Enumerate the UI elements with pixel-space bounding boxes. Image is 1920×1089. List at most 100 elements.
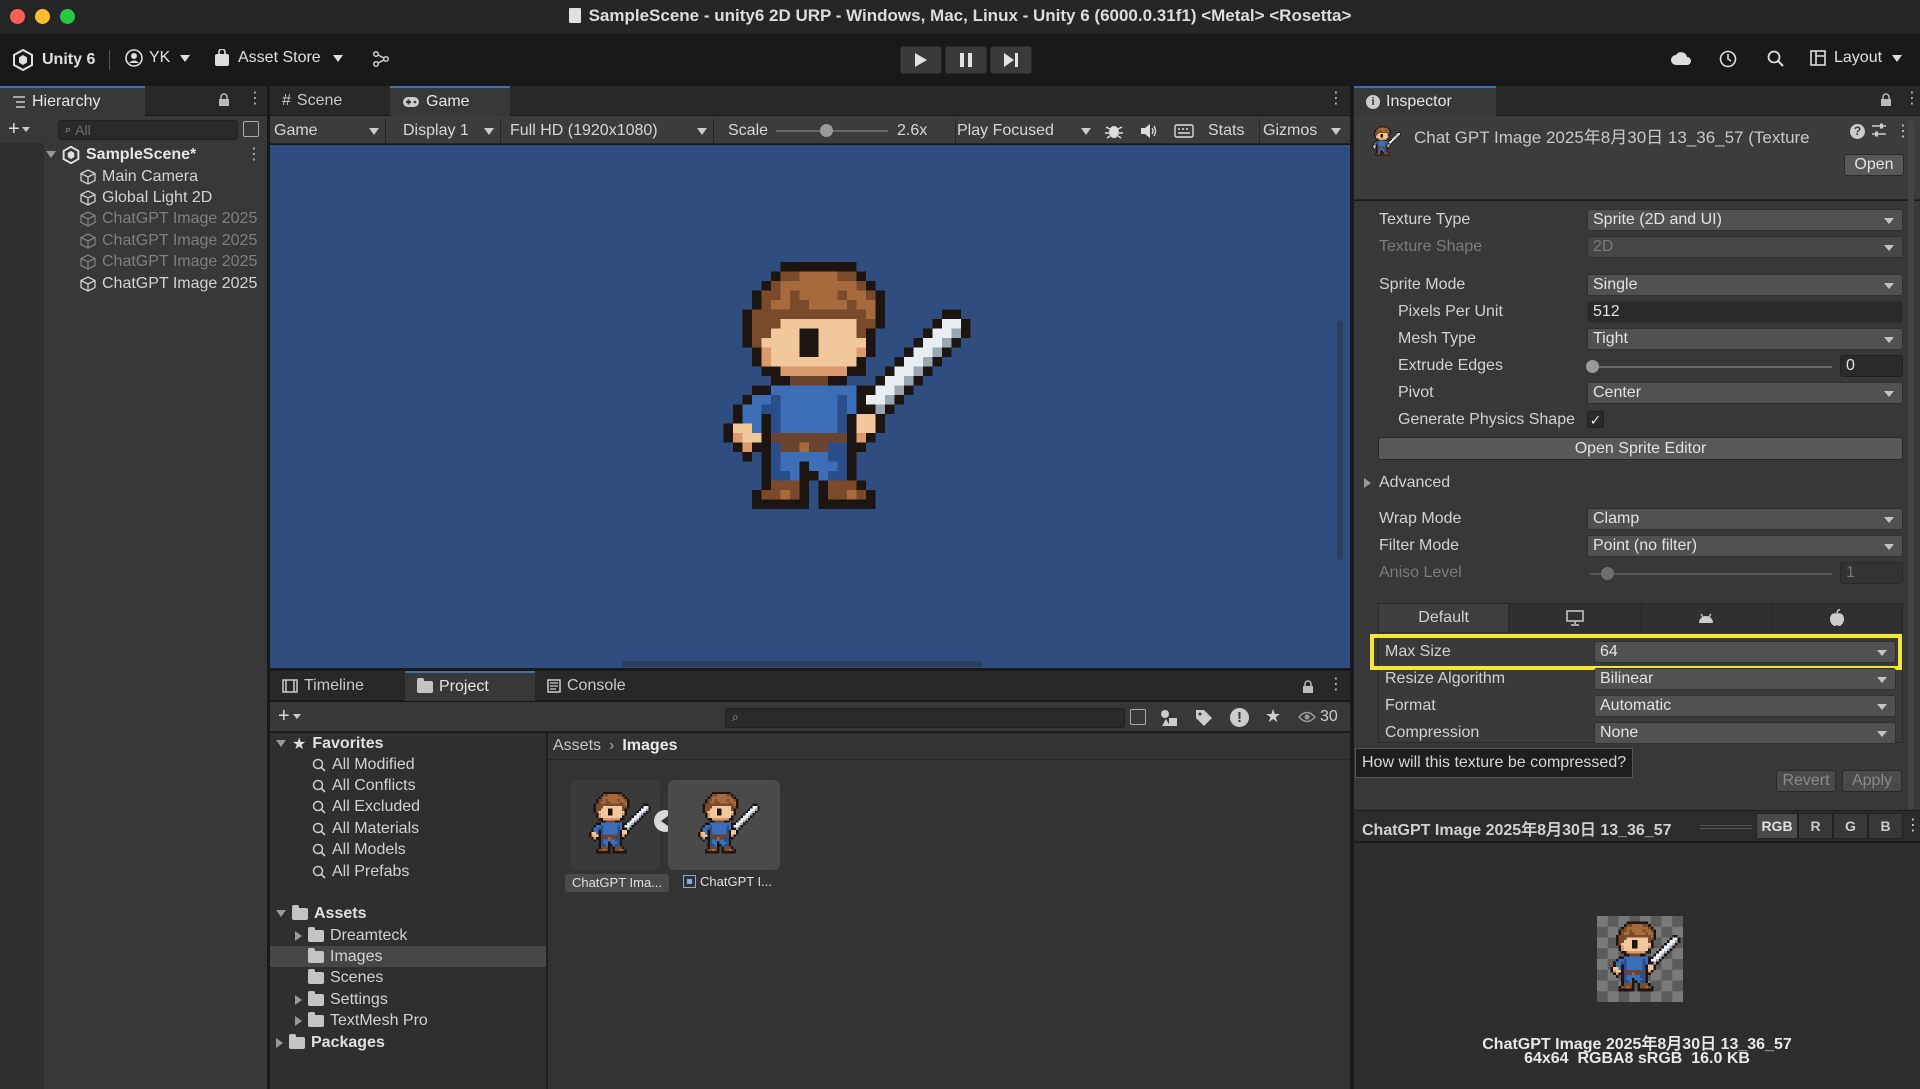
pause-button[interactable]	[945, 46, 987, 74]
channel-g-button[interactable]: G	[1833, 813, 1868, 839]
unity-menu-button[interactable]: Unity 6	[12, 49, 95, 71]
cloud-button[interactable]	[1670, 50, 1692, 66]
help-icon[interactable]: ?	[1850, 124, 1865, 139]
mute-audio-button[interactable]	[1140, 119, 1158, 143]
game-view[interactable]	[270, 145, 1350, 668]
lock-icon[interactable]	[218, 93, 230, 107]
project-add-button[interactable]: +	[278, 706, 301, 726]
open-button[interactable]: Open	[1844, 154, 1904, 176]
game-view-vertical-scrollbar[interactable]	[1337, 320, 1343, 560]
tab-game[interactable]: Game	[390, 86, 510, 116]
extrude-edges-slider-track[interactable]	[1590, 366, 1832, 368]
open-sprite-editor-button[interactable]: Open Sprite Editor	[1378, 437, 1903, 460]
hierarchy-add-button[interactable]: +	[8, 119, 30, 139]
bottom-kebab-menu-icon[interactable]: ⋮	[1328, 677, 1344, 693]
channel-r-button[interactable]: R	[1798, 813, 1833, 839]
hierarchy-item[interactable]: ChatGPT Image 2025	[80, 230, 267, 251]
shortcuts-button[interactable]	[1174, 119, 1194, 143]
channel-b-button[interactable]: B	[1868, 813, 1903, 839]
platform-tab-android[interactable]	[1640, 603, 1772, 633]
frame-debugger-button[interactable]	[1104, 119, 1124, 143]
asset-label[interactable]: ChatGPT Ima...	[565, 874, 669, 892]
platform-tab-default[interactable]: Default	[1378, 603, 1510, 633]
game-kebab-menu-icon[interactable]: ⋮	[1328, 91, 1344, 107]
revert-button[interactable]: Revert	[1776, 770, 1836, 792]
asset-folder-item[interactable]: Scenes	[295, 968, 383, 989]
step-button[interactable]	[990, 46, 1032, 74]
hierarchy-item[interactable]: Global Light 2D	[80, 187, 267, 208]
channel-rgb-button[interactable]: RGB	[1756, 813, 1798, 839]
gizmos-button[interactable]: Gizmos	[1259, 119, 1341, 143]
tab-console[interactable]: Console	[535, 671, 655, 701]
wrap-mode-dropdown[interactable]: Clamp	[1587, 508, 1903, 530]
preview-kebab-menu-icon[interactable]: ⋮	[1903, 813, 1920, 839]
inspector-scrollbar[interactable]	[1908, 120, 1914, 810]
mesh-type-dropdown[interactable]: Tight	[1587, 328, 1903, 350]
extrude-edges-input[interactable]: 0	[1840, 355, 1903, 377]
max-size-dropdown[interactable]: 64	[1594, 641, 1896, 663]
packages-header[interactable]: Packages	[276, 1032, 385, 1053]
alert-icon[interactable]: !	[1230, 708, 1249, 727]
tab-inspector[interactable]: i Inspector	[1354, 86, 1496, 116]
preview-drag-handle[interactable]	[1700, 825, 1752, 829]
asset-tile-sprite[interactable]	[668, 780, 780, 870]
apply-button[interactable]: Apply	[1842, 770, 1902, 792]
play-focused-select[interactable]: Play Focused	[955, 119, 1095, 143]
game-view-scrollbar[interactable]	[622, 661, 982, 667]
filter-by-label-button[interactable]	[1195, 709, 1213, 727]
hierarchy-item[interactable]: ChatGPT Image 2025	[80, 273, 267, 294]
pixels-per-unit-input[interactable]: 512	[1587, 301, 1903, 323]
display-select[interactable]: Display 1	[403, 119, 501, 143]
favorites-header[interactable]: ★ Favorites	[276, 733, 383, 754]
sprite-label[interactable]: ChatGPT I...	[683, 874, 772, 889]
texture-type-dropdown[interactable]: Sprite (2D and UI)	[1587, 209, 1903, 231]
inspector-kebab-menu-icon[interactable]: ⋮	[1904, 91, 1920, 107]
format-dropdown[interactable]: Automatic	[1594, 695, 1896, 717]
asset-store-dropdown[interactable]: Asset Store	[214, 49, 343, 67]
hierarchy-search-input[interactable]: ⌕ All	[58, 120, 238, 140]
account-dropdown[interactable]: YK	[125, 49, 191, 67]
tab-hierarchy[interactable]: Hierarchy	[0, 86, 145, 116]
tab-scene[interactable]: # Scene	[270, 86, 390, 116]
game-view-select[interactable]: Game	[274, 119, 386, 143]
favorite-item[interactable]: All Models	[312, 840, 406, 861]
favorite-item[interactable]: All Modified	[312, 754, 415, 775]
undo-history-button[interactable]	[1718, 49, 1738, 69]
favorite-item[interactable]: All Excluded	[312, 797, 420, 818]
platform-tab-standalone[interactable]	[1509, 603, 1641, 633]
favorite-star-icon[interactable]: ★	[1265, 706, 1281, 727]
lock-icon[interactable]	[1880, 93, 1892, 107]
breadcrumb-images[interactable]: Images	[622, 737, 677, 755]
hierarchy-scene-row[interactable]: SampleScene*	[46, 144, 196, 165]
platform-tab-ios[interactable]	[1771, 603, 1903, 633]
play-button[interactable]	[900, 46, 942, 74]
tab-timeline[interactable]: Timeline	[270, 671, 405, 701]
kebab-menu-icon[interactable]: ⋮	[247, 91, 263, 107]
asset-folder-item[interactable]: Images	[295, 946, 382, 967]
search-button[interactable]	[1767, 50, 1785, 68]
filter-mode-dropdown[interactable]: Point (no filter)	[1587, 535, 1903, 557]
lock-icon[interactable]	[1302, 680, 1314, 694]
asset-folder-item[interactable]: Dreamteck	[295, 925, 407, 946]
version-control-button[interactable]	[372, 50, 390, 68]
filter-by-type-button[interactable]	[1160, 709, 1178, 727]
tab-project[interactable]: Project	[405, 671, 535, 701]
hierarchy-item[interactable]: ChatGPT Image 2025	[80, 209, 267, 230]
pivot-dropdown[interactable]: Center	[1587, 382, 1903, 404]
project-search-input[interactable]: ⌕	[725, 708, 1125, 728]
resolution-select[interactable]: Full HD (1920x1080)	[510, 119, 714, 143]
visible-items-counter[interactable]: 30	[1298, 708, 1338, 726]
advanced-foldout[interactable]: Advanced	[1364, 474, 1450, 492]
compression-dropdown[interactable]: None	[1594, 722, 1896, 744]
asset-tile-texture[interactable]	[570, 780, 660, 870]
presets-button[interactable]	[1871, 122, 1887, 138]
hierarchy-item[interactable]: ChatGPT Image 2025	[80, 252, 267, 273]
scene-kebab-menu-icon[interactable]: ⋮	[246, 144, 262, 164]
sprite-mode-dropdown[interactable]: Single	[1587, 274, 1903, 296]
favorite-item[interactable]: All Materials	[312, 818, 419, 839]
favorite-item[interactable]: All Conflicts	[312, 775, 416, 796]
scene-search-icon[interactable]	[243, 121, 259, 137]
breadcrumb-assets[interactable]: Assets	[553, 737, 601, 755]
asset-folder-item[interactable]: TextMesh Pro	[295, 1011, 428, 1032]
stats-button[interactable]: Stats	[1208, 119, 1244, 143]
